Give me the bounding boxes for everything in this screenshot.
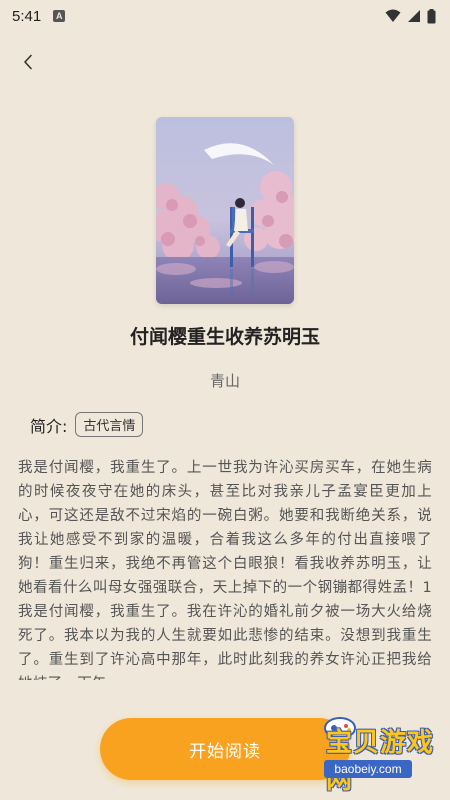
intro-row: 简介: 古代言情: [30, 412, 144, 437]
back-button[interactable]: [12, 46, 44, 78]
synopsis-text: 我是付闻樱，我重生了。上一世我为许沁买房买车，在她生病的时候夜夜守在她的床头，甚…: [18, 460, 432, 680]
genre-tag[interactable]: 古代言情: [75, 412, 144, 437]
cover-illustration: [156, 117, 294, 304]
intro-label: 简介:: [30, 416, 68, 436]
status-icons: [385, 8, 436, 24]
signal-icon: [408, 10, 420, 22]
chevron-left-icon: [24, 54, 32, 70]
book-author[interactable]: 青山: [0, 370, 450, 391]
status-bar: 5:41 A: [0, 0, 450, 32]
notification-a-icon: A: [53, 10, 66, 22]
watermark-text: 宝贝游戏网: [326, 728, 435, 795]
book-cover[interactable]: [156, 117, 294, 304]
status-time: 5:41: [12, 7, 42, 25]
book-title: 付闻樱重生收养苏明玉: [129, 326, 320, 348]
watermark: 宝贝游戏网 baobeiy.com: [290, 700, 450, 800]
wifi-icon: [385, 9, 401, 22]
battery-icon: [427, 8, 436, 23]
watermark-domain: baobeiy.com: [324, 760, 412, 778]
